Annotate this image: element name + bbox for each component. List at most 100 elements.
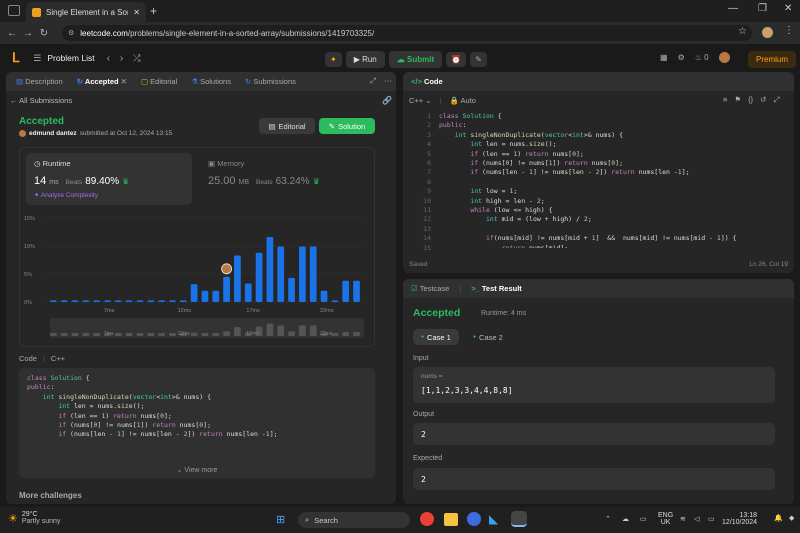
reload-icon[interactable]: ↻ bbox=[36, 28, 52, 39]
tab-test-result[interactable]: >_ Test Result bbox=[471, 284, 522, 293]
weather-widget[interactable]: ☀ 29°C Partly sunny bbox=[8, 511, 60, 525]
profile-avatar[interactable] bbox=[762, 27, 773, 38]
runtime-bar[interactable] bbox=[255, 252, 263, 302]
battery-icon[interactable]: ▭ bbox=[708, 515, 715, 523]
code-editor[interactable]: class Solution { public: int singleNonDu… bbox=[439, 112, 789, 248]
tab-actions-icon[interactable] bbox=[8, 5, 20, 16]
analyze-complexity-link[interactable]: ✦ Analyze Complexity bbox=[34, 191, 98, 199]
runtime-bar[interactable] bbox=[169, 300, 176, 302]
share-link-icon[interactable]: 🔗 bbox=[382, 96, 392, 105]
more-icon[interactable]: ⋯ bbox=[384, 76, 392, 85]
runtime-bar[interactable] bbox=[179, 300, 187, 302]
close-window-icon[interactable]: ✕ bbox=[784, 3, 792, 14]
browser-menu-icon[interactable]: ⋮ bbox=[784, 25, 794, 36]
tab-submissions[interactable]: ↻ Submissions bbox=[243, 77, 298, 86]
zoom-icon[interactable] bbox=[467, 512, 481, 526]
next-problem-icon[interactable]: › bbox=[120, 53, 123, 64]
premium-button[interactable]: Premium bbox=[748, 51, 797, 68]
language-indicator[interactable]: ENG UK bbox=[658, 512, 673, 526]
all-submissions-link[interactable]: ← All Submissions bbox=[10, 96, 72, 105]
runtime-bar[interactable] bbox=[201, 290, 209, 302]
braces-icon[interactable]: {} bbox=[748, 95, 753, 105]
notification-bell-icon[interactable]: 🔔 bbox=[774, 514, 783, 522]
submitter-name[interactable]: edmund dantez bbox=[29, 130, 77, 137]
runtime-bar[interactable] bbox=[244, 283, 252, 302]
runtime-bar[interactable] bbox=[234, 255, 241, 302]
debug-icon[interactable]: ✦ bbox=[325, 52, 342, 67]
timer-icon[interactable]: ⏰ bbox=[446, 52, 467, 67]
close-tab-icon[interactable]: ✕ bbox=[133, 8, 140, 17]
streak-fire-icon[interactable]: ♨ 0 bbox=[695, 53, 709, 62]
runtime-bar[interactable] bbox=[50, 300, 57, 302]
tab-testcase[interactable]: ☑ Testcase bbox=[411, 284, 449, 293]
volume-icon[interactable]: ◁ bbox=[694, 515, 699, 523]
minimize-icon[interactable]: — bbox=[728, 3, 738, 14]
vscode-icon[interactable]: ◣ bbox=[489, 512, 498, 526]
runtime-bar[interactable] bbox=[136, 300, 144, 302]
fullscreen-icon[interactable]: ⤢ bbox=[773, 95, 779, 105]
maximize-icon[interactable]: ❐ bbox=[758, 3, 767, 14]
chrome-icon[interactable] bbox=[420, 512, 434, 526]
runtime-bar[interactable] bbox=[353, 280, 360, 302]
copilot-icon[interactable]: ◆ bbox=[789, 514, 794, 522]
browser-tab[interactable]: Single Element in a Sorted Arra ✕ bbox=[26, 2, 146, 22]
settings-gear-icon[interactable]: ⚙ bbox=[678, 53, 685, 62]
forward-icon[interactable]: → bbox=[20, 28, 36, 39]
editorial-button[interactable]: ▤ Editorial bbox=[259, 118, 315, 134]
cloud-icon[interactable]: ☁ bbox=[622, 515, 629, 523]
problem-list-link[interactable]: Problem List bbox=[47, 53, 94, 63]
language-select[interactable]: C++ ⌄ bbox=[409, 96, 432, 105]
app-tray-icon[interactable]: ▭ bbox=[640, 515, 647, 523]
runtime-bar[interactable] bbox=[82, 300, 90, 302]
runtime-bar[interactable] bbox=[277, 246, 285, 302]
runtime-bar[interactable] bbox=[223, 276, 230, 302]
active-browser-icon[interactable] bbox=[511, 511, 527, 527]
runtime-bar[interactable] bbox=[309, 246, 317, 302]
shuffle-icon[interactable]: ⤮ bbox=[133, 53, 140, 64]
submit-button[interactable]: ☁ Submit bbox=[388, 51, 443, 68]
runtime-bar[interactable] bbox=[93, 300, 101, 302]
windows-start-icon[interactable]: ⊞ bbox=[276, 513, 285, 526]
runtime-bar[interactable] bbox=[299, 246, 306, 302]
runtime-bar[interactable] bbox=[190, 284, 198, 302]
tab-editorial[interactable]: ▢ Editorial bbox=[139, 77, 179, 86]
auto-mode[interactable]: 🔒 Auto bbox=[450, 96, 476, 105]
runtime-bar[interactable] bbox=[212, 290, 220, 302]
clock[interactable]: 13:18 12/10/2024 bbox=[722, 512, 757, 526]
site-info-icon[interactable]: ⚙ bbox=[68, 29, 74, 37]
taskbar-search[interactable]: ⌕ Search bbox=[298, 512, 410, 528]
runtime-bar[interactable] bbox=[114, 300, 122, 302]
notes-icon[interactable]: ✎ bbox=[470, 52, 487, 67]
new-tab-icon[interactable]: + bbox=[150, 4, 157, 18]
leetcode-logo-icon[interactable]: ᒪ bbox=[12, 50, 19, 66]
runtime-bar[interactable] bbox=[288, 277, 295, 302]
runtime-bar[interactable] bbox=[342, 280, 350, 302]
prev-problem-icon[interactable]: ‹ bbox=[107, 53, 110, 64]
runtime-bar[interactable] bbox=[71, 300, 79, 302]
runtime-distribution-chart[interactable]: 15% 10% 5% 0% 7ms 12ms 17ms 22ms 7ms 12ms 17ms 22ms bbox=[20, 208, 376, 346]
bookmark-star-icon[interactable]: ☆ bbox=[738, 26, 747, 37]
runtime-bar[interactable] bbox=[104, 300, 111, 302]
run-button[interactable]: ▶ Run bbox=[345, 51, 385, 68]
memory-heading[interactable]: ▣ Memory bbox=[208, 159, 244, 168]
case1-tab[interactable]: ● Case 1 bbox=[413, 329, 459, 345]
runtime-bar[interactable] bbox=[158, 300, 165, 302]
runtime-bar[interactable] bbox=[60, 300, 68, 302]
tab-description[interactable]: ▤ Description bbox=[14, 77, 65, 86]
editor-tab[interactable]: </> Code bbox=[411, 77, 443, 86]
tab-solutions[interactable]: ⚗ Solutions bbox=[189, 77, 233, 86]
close-tab-accepted-icon[interactable]: ✕ bbox=[121, 77, 127, 86]
view-more-link[interactable]: ⌄ View more bbox=[19, 466, 375, 474]
user-avatar[interactable] bbox=[718, 52, 730, 63]
runtime-bar[interactable] bbox=[331, 300, 339, 302]
runtime-bar[interactable] bbox=[320, 290, 328, 302]
format-icon[interactable]: ≡ bbox=[723, 95, 727, 105]
solution-button[interactable]: ✎ Solution bbox=[319, 118, 375, 134]
case2-tab[interactable]: ● Case 2 bbox=[467, 329, 509, 345]
runtime-bar[interactable] bbox=[147, 300, 155, 302]
layout-grid-icon[interactable]: ▦ bbox=[660, 53, 668, 62]
bookmark-icon[interactable]: ⚑ bbox=[734, 95, 741, 105]
runtime-bar[interactable] bbox=[266, 237, 274, 302]
runtime-bar[interactable] bbox=[125, 300, 133, 302]
wifi-icon[interactable]: ≋ bbox=[680, 515, 686, 523]
